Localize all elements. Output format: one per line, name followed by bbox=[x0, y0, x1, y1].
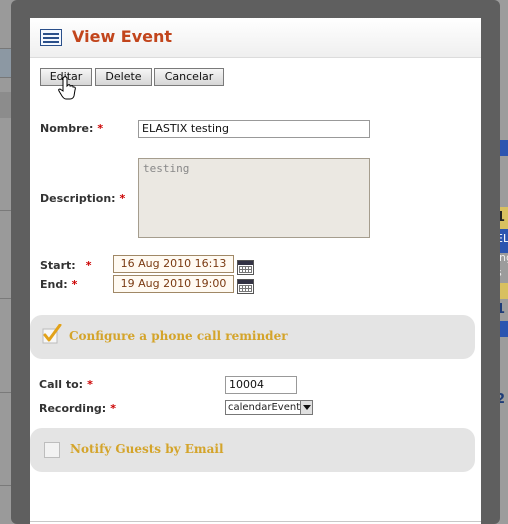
dialog-title: View Event bbox=[72, 27, 173, 46]
start-label: Start: * bbox=[40, 259, 91, 272]
recording-selected-value: calendarEvent bbox=[228, 402, 301, 413]
view-event-dialog: View Event Editar Delete Cancelar Nombre… bbox=[30, 18, 481, 524]
recording-label: Recording: * bbox=[39, 402, 116, 415]
description-label-text: Description: bbox=[40, 192, 116, 205]
end-calendar-icon[interactable] bbox=[237, 279, 254, 294]
chevron-down-icon[interactable] bbox=[300, 401, 312, 414]
name-label: Nombre: * bbox=[40, 122, 103, 135]
recording-select[interactable]: calendarEvent bbox=[225, 400, 313, 415]
notify-guests-checkbox[interactable] bbox=[44, 442, 60, 458]
event-list-icon bbox=[40, 29, 62, 46]
required-mark: * bbox=[71, 278, 78, 291]
call-to-input[interactable]: 10004 bbox=[225, 376, 297, 394]
end-date-field[interactable]: 19 Aug 2010 19:00 bbox=[113, 275, 234, 293]
name-label-text: Nombre: bbox=[40, 122, 94, 135]
required-mark: * bbox=[85, 259, 92, 272]
call-to-label-text: Call to: bbox=[39, 378, 84, 391]
end-label: End: * bbox=[40, 278, 77, 291]
hand-cursor-icon bbox=[58, 76, 76, 100]
name-input[interactable]: ELASTIX testing bbox=[138, 120, 370, 138]
delete-button[interactable]: Delete bbox=[95, 68, 152, 86]
description-label: Description: * bbox=[40, 192, 125, 205]
description-textarea[interactable]: testing bbox=[138, 158, 370, 238]
end-label-text: End: bbox=[40, 278, 68, 291]
phone-reminder-title: Configure a phone call reminder bbox=[69, 329, 288, 343]
start-label-text: Start: bbox=[40, 259, 76, 272]
notify-guests-title: Notify Guests by Email bbox=[70, 442, 224, 456]
recording-label-text: Recording: bbox=[39, 402, 107, 415]
call-to-label: Call to: * bbox=[39, 378, 93, 391]
required-mark: * bbox=[110, 402, 116, 415]
checked-checkbox-icon[interactable] bbox=[42, 324, 62, 344]
start-date-field[interactable]: 16 Aug 2010 16:13 bbox=[113, 255, 234, 273]
phone-reminder-section[interactable]: Configure a phone call reminder bbox=[30, 315, 475, 359]
notify-guests-section[interactable]: Notify Guests by Email bbox=[30, 428, 475, 472]
dialog-divider bbox=[30, 521, 481, 522]
required-mark: * bbox=[119, 192, 126, 205]
required-mark: * bbox=[87, 378, 93, 391]
dialog-header: View Event bbox=[30, 18, 481, 58]
start-calendar-icon[interactable] bbox=[237, 260, 254, 275]
required-mark: * bbox=[97, 122, 104, 135]
cancel-button[interactable]: Cancelar bbox=[154, 68, 224, 86]
